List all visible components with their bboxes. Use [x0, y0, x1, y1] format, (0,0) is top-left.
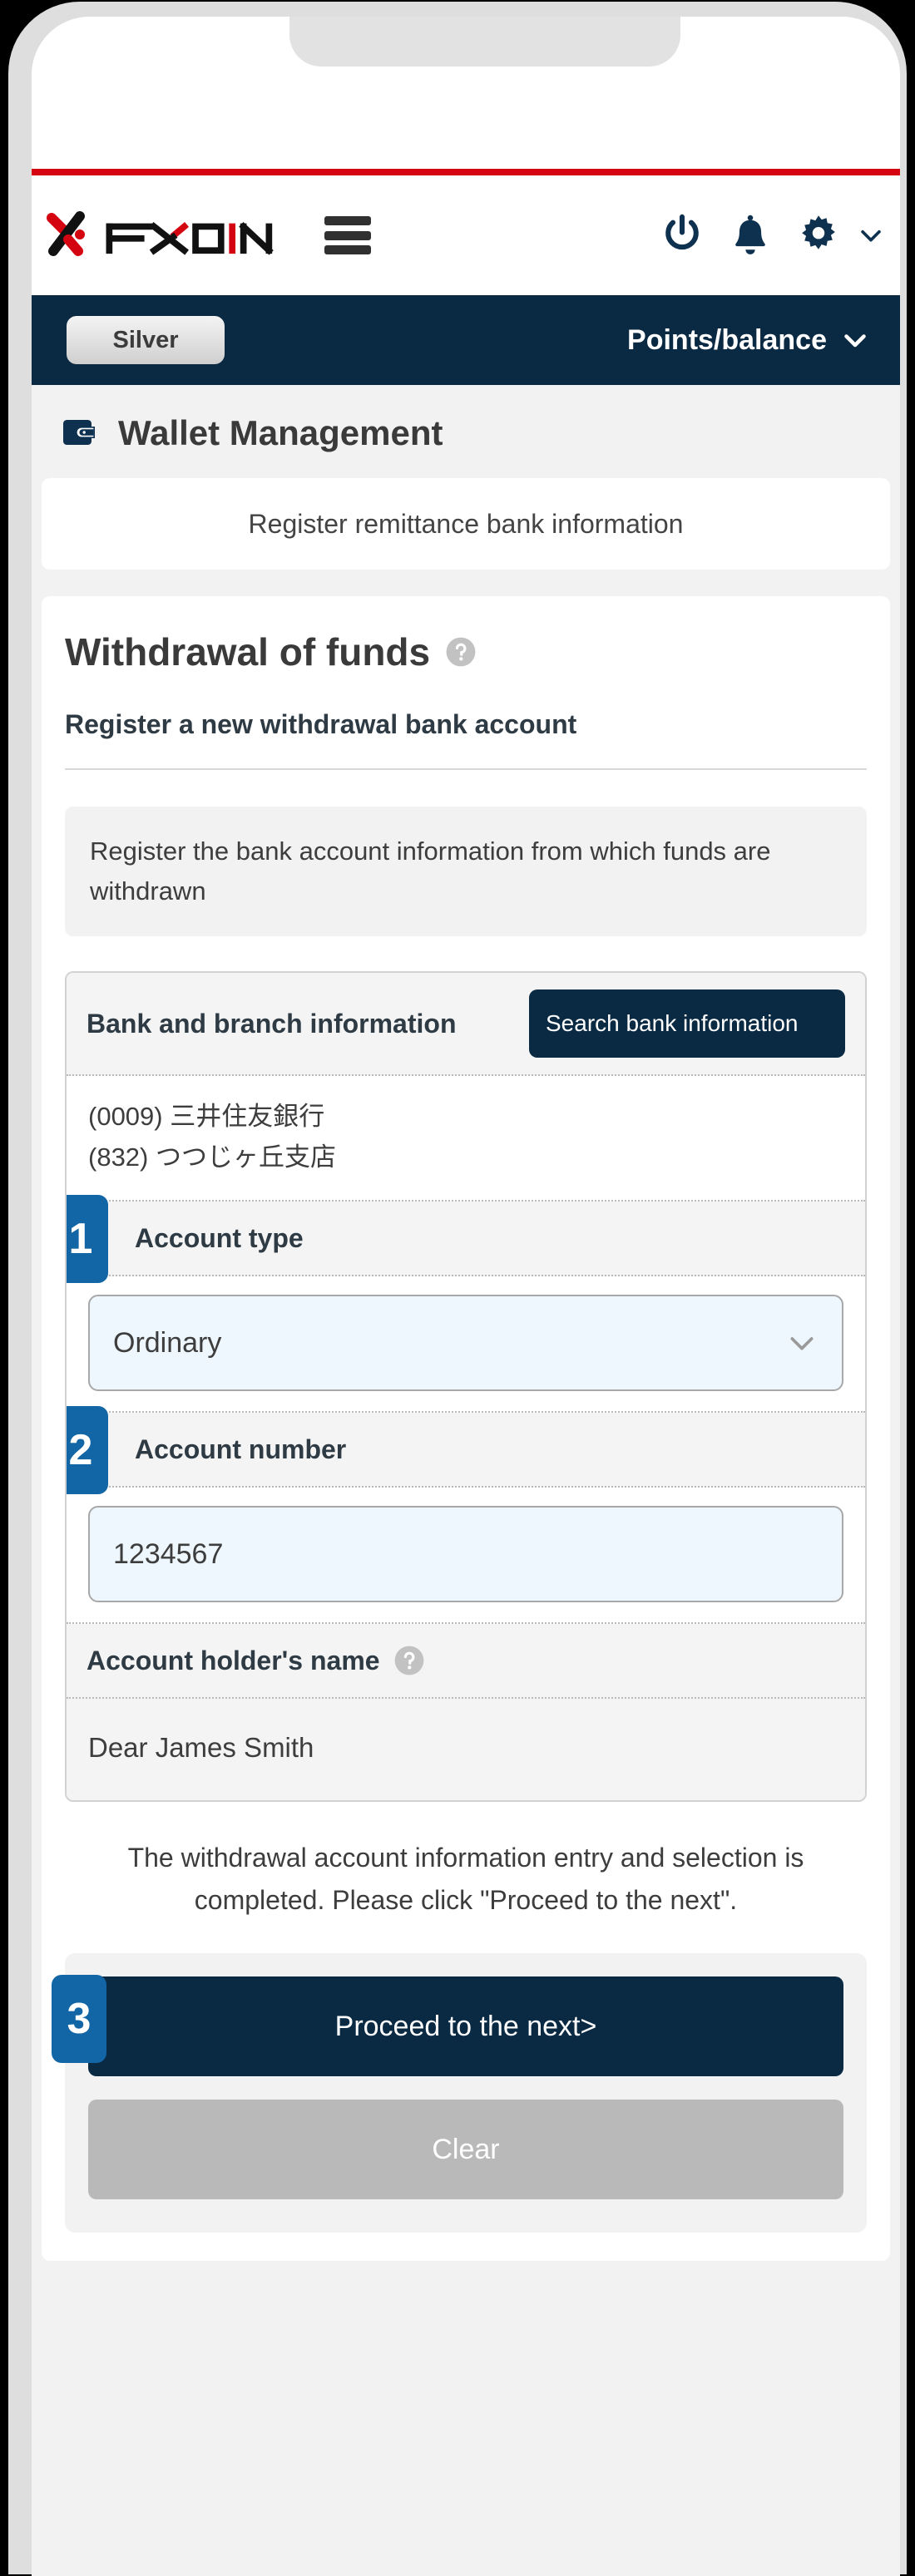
header-actions: [659, 212, 885, 259]
step-badge-3: 3: [52, 1975, 106, 2064]
bell-icon[interactable]: [727, 212, 774, 259]
brand-red-rule: [32, 169, 900, 175]
hamburger-bar-2: [324, 230, 371, 240]
proceed-to-next-button[interactable]: Proceed to the next>: [88, 1976, 843, 2077]
branch-name: (832) つつじヶ丘支店: [88, 1142, 336, 1172]
site-header: [32, 175, 900, 295]
phone-body: Silver Points/balance Wallet Management …: [8, 2, 907, 2576]
phone-notch: [289, 17, 680, 67]
completion-note: The withdrawal account information entry…: [127, 1843, 804, 1916]
wallet-icon: [63, 420, 95, 445]
section-subtitle: Register a new withdrawal bank account: [65, 709, 577, 739]
register-remittance-label: Register remittance bank information: [248, 508, 684, 539]
account-type-label-row: 1 Account type: [67, 1195, 865, 1284]
chevron-down-icon[interactable]: [857, 221, 885, 249]
bank-info-label: Bank and branch information: [87, 1008, 457, 1039]
phone-frame: Silver Points/balance Wallet Management …: [0, 0, 915, 2576]
section-title: Withdrawal of funds: [65, 630, 431, 674]
brand-logo[interactable]: [43, 210, 289, 261]
chevron-down-icon: [790, 1337, 814, 1350]
bank-info-label-row: Bank and branch information Search bank …: [67, 973, 865, 1076]
account-number-field-row: 1234567: [67, 1488, 865, 1625]
action-panel: 3 Proceed to the next> Clear: [52, 1953, 867, 2233]
points-balance-toggle[interactable]: Points/balance: [627, 324, 870, 357]
account-holder-label: Account holder's name: [87, 1646, 380, 1676]
account-holder-value-row: Dear James Smith: [67, 1699, 865, 1801]
search-bank-information-button[interactable]: Search bank information: [529, 989, 845, 1058]
withdrawal-card: Withdrawal of funds Register a new withd…: [42, 596, 890, 2262]
fxon-logo-mark: [47, 211, 85, 256]
account-type-selected-value: Ordinary: [113, 1326, 222, 1359]
rank-badge[interactable]: Silver: [67, 316, 225, 364]
bank-info-value-row: (0009) 三井住友銀行 (832) つつじヶ丘支店: [67, 1075, 865, 1202]
step-badge-2: 2: [67, 1406, 108, 1495]
chevron-down-icon: [844, 334, 866, 348]
account-number-input[interactable]: 1234567: [88, 1506, 843, 1603]
page-title-row: Wallet Management: [42, 385, 890, 478]
help-circle-icon[interactable]: [445, 636, 477, 668]
hamburger-bar-1: [324, 216, 371, 225]
section-title-row: Withdrawal of funds: [65, 629, 867, 674]
page-body: Wallet Management Register remittance ba…: [32, 385, 900, 2576]
help-circle-icon[interactable]: [393, 1645, 425, 1676]
bank-account-form: Bank and branch information Search bank …: [65, 971, 867, 1803]
account-holder-label-row: Account holder's name: [67, 1624, 865, 1700]
account-type-field-row: Ordinary: [67, 1276, 865, 1414]
power-icon[interactable]: [659, 212, 705, 259]
hamburger-bar-3: [324, 245, 371, 254]
gear-icon[interactable]: [795, 212, 842, 259]
account-number-label-row: 2 Account number: [67, 1406, 865, 1495]
register-remittance-card[interactable]: Register remittance bank information: [42, 478, 890, 570]
clear-button[interactable]: Clear: [88, 2100, 843, 2200]
account-number-label: Account number: [135, 1434, 347, 1465]
hamburger-menu-button[interactable]: [324, 216, 371, 254]
points-bar: Silver Points/balance: [32, 295, 900, 385]
section-divider: [65, 768, 867, 770]
account-type-label: Account type: [135, 1223, 304, 1254]
points-balance-label: Points/balance: [627, 323, 827, 356]
account-type-select[interactable]: Ordinary: [88, 1295, 843, 1392]
info-box: Register the bank account information fr…: [65, 807, 867, 937]
phone-screen: Silver Points/balance Wallet Management …: [32, 17, 900, 2576]
step-badge-1: 1: [67, 1195, 108, 1284]
account-number-value: 1234567: [113, 1537, 224, 1570]
fxon-logo-wordmark: [106, 222, 274, 255]
page-title: Wallet Management: [118, 413, 443, 452]
bank-name: (0009) 三井住友銀行: [88, 1101, 325, 1131]
